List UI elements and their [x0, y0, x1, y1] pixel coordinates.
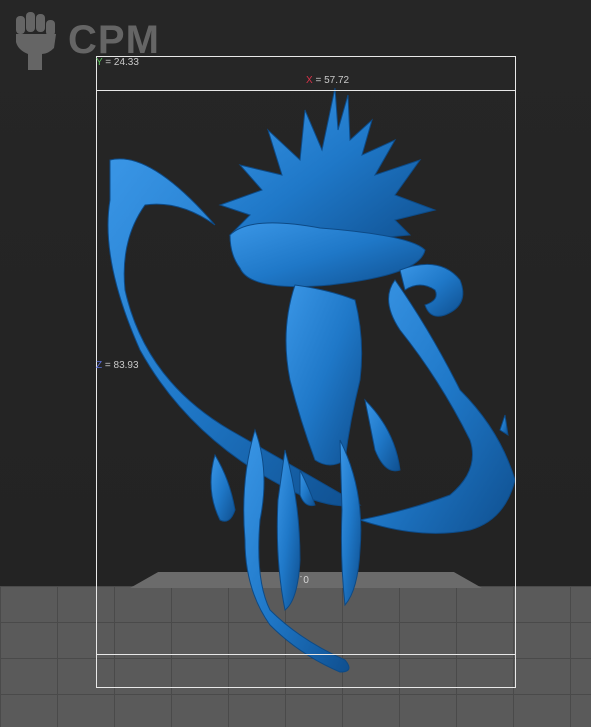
dimension-x-label: X = 57.72: [306, 75, 349, 86]
logo-text: CPM: [68, 17, 160, 62]
fist-icon: [16, 12, 56, 70]
bbox-inner-top-edge: [96, 90, 516, 91]
model-tendril-5: [364, 398, 401, 472]
model-body: [107, 87, 516, 673]
model-torso: [285, 284, 363, 466]
dimension-z-label: Z = 83.93: [96, 360, 139, 371]
3d-model[interactable]: [0, 0, 591, 727]
bbox-right-edge: [515, 56, 516, 688]
bbox-left-edge: [96, 56, 97, 688]
3d-viewport[interactable]: 0.1 Y = 24.33 X = 57.72 Z = 83.93 CPM: [0, 0, 591, 727]
bbox-inner-bottom-edge: [96, 654, 516, 655]
cpm-logo: CPM: [10, 8, 160, 72]
axis-z-letter: Z: [96, 360, 103, 371]
model-tendril-4: [339, 439, 362, 607]
model-tendril-2: [210, 453, 236, 522]
model-flame-2: [499, 414, 509, 436]
dimension-x-value: = 57.72: [315, 75, 350, 86]
model-crown: [218, 87, 437, 246]
bbox-bottom-edge: [96, 687, 516, 688]
dimension-z-value: = 83.93: [104, 360, 139, 371]
axis-x-letter: X: [306, 75, 313, 86]
model-ribbon-right: [358, 279, 516, 534]
